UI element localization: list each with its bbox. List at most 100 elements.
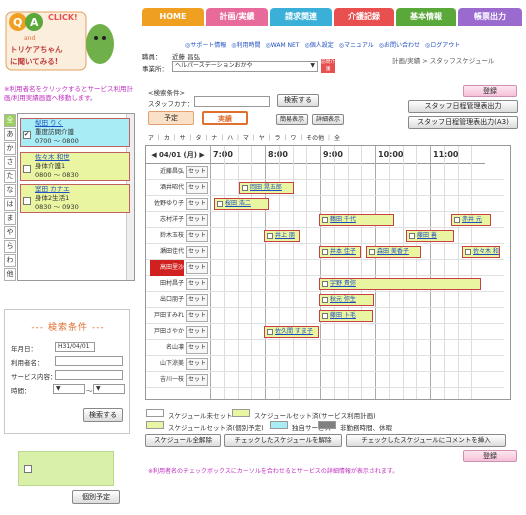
header-link-5[interactable]: ◎お問い合わせ <box>379 42 420 49</box>
block-checkbox[interactable] <box>409 233 415 239</box>
bottom-button-2[interactable]: チェックしたスケジュールにコメントを挿入 <box>346 434 506 447</box>
block-user-name[interactable]: 宇野 貴弥 <box>330 280 356 287</box>
kana-tab-4[interactable]: た <box>4 170 16 183</box>
mode-plan-button[interactable]: 予定 <box>148 111 194 125</box>
schedule-block[interactable]: 宇野 貴弥 <box>319 278 481 290</box>
block-checkbox[interactable] <box>267 329 273 335</box>
block-user-name[interactable]: 鶴田 千代 <box>330 216 356 223</box>
list-item[interactable]: 室田 カナエ 身体2生活1 0830 ～ 0930 <box>20 184 130 213</box>
block-checkbox[interactable] <box>322 297 328 303</box>
bottom-button-0[interactable]: スケジュール全解除 <box>145 434 221 447</box>
block-checkbox[interactable] <box>322 281 328 287</box>
set-button[interactable]: セット <box>186 166 208 178</box>
mode-actual-button[interactable]: 実績 <box>202 111 248 125</box>
schedule-block[interactable]: 佐々木 和世 <box>462 246 500 258</box>
service-field[interactable] <box>55 370 123 380</box>
nav-tab-3[interactable]: 介護記録 <box>334 8 394 26</box>
entry-user-name[interactable]: 佐々木 和世 <box>35 153 129 162</box>
kana-tab-5[interactable]: な <box>4 184 16 197</box>
block-user-name[interactable]: 佐々木 和世 <box>473 248 499 255</box>
entry-user-name[interactable]: 梨田 りく <box>35 119 129 128</box>
bottom-button-1[interactable]: チェックしたスケジュールを解除 <box>224 434 342 447</box>
schedule-block[interactable]: 森田 美香子 <box>366 246 421 258</box>
block-user-name[interactable]: 藤田 善 <box>417 232 437 239</box>
date-field[interactable]: H31/04/01 <box>55 342 95 352</box>
nav-tab-0[interactable]: HOME <box>142 8 204 26</box>
set-button[interactable]: セット <box>186 326 208 338</box>
kana-tab-10[interactable]: わ <box>4 254 16 267</box>
kana-tab-2[interactable]: か <box>4 142 16 155</box>
individual-schedule-button[interactable]: 個別予定 <box>72 490 120 504</box>
header-link-3[interactable]: ◎個人設定 <box>304 42 333 49</box>
time-to-select[interactable]: ▼ <box>93 384 125 394</box>
header-link-1[interactable]: ◎利用時間 <box>231 42 260 49</box>
set-button[interactable]: セット <box>186 310 208 322</box>
detail-view-button[interactable]: 詳細表示 <box>312 114 344 125</box>
set-button[interactable]: セット <box>186 182 208 194</box>
staff-search-button[interactable]: 検索する <box>277 94 319 107</box>
kana-tab-8[interactable]: や <box>4 226 16 239</box>
header-link-2[interactable]: ◎WAM NET <box>266 42 300 49</box>
block-user-name[interactable]: 森田 美香子 <box>377 248 409 255</box>
header-link-4[interactable]: ◎マニュアル <box>339 42 374 49</box>
schedule-block[interactable]: 赤井 元 <box>451 214 491 226</box>
kana-tab-7[interactable]: ま <box>4 212 16 225</box>
block-checkbox[interactable] <box>465 249 471 255</box>
header-link-6[interactable]: ◎ログアウト <box>425 42 460 49</box>
nav-tab-5[interactable]: 帳票出力 <box>458 8 522 26</box>
set-button[interactable]: セット <box>186 198 208 210</box>
kana-tab-11[interactable]: 他 <box>4 268 16 281</box>
print-a3-button[interactable]: スタッフ日程管理表出力(A3) <box>408 116 518 129</box>
schedule-block[interactable]: 秋元 弥生 <box>319 294 374 306</box>
block-user-name[interactable]: 佐久間 すま子 <box>275 328 313 335</box>
set-button[interactable]: セット <box>186 214 208 226</box>
search-button[interactable]: 検索する <box>83 408 123 422</box>
entry-checkbox[interactable] <box>23 165 31 173</box>
schedule-block[interactable]: 井上 朋 <box>264 230 300 242</box>
block-user-name[interactable]: 井上 朋 <box>275 232 295 239</box>
entry-checkbox[interactable]: ✔ <box>23 131 31 139</box>
block-user-name[interactable]: 秋元 弥生 <box>330 296 356 303</box>
office-select[interactable]: ヘルパーステーションおかや ▼ <box>172 61 318 72</box>
schedule-block[interactable]: 井本 佳子 <box>319 246 361 258</box>
schedule-block[interactable]: 鶴田 千代 <box>319 214 394 226</box>
memo-checkbox[interactable] <box>24 465 32 473</box>
schedule-block[interactable]: 藤田 善 <box>406 230 454 242</box>
grid-date[interactable]: ◀ 04/01 (月) ▶ <box>146 146 210 164</box>
block-checkbox[interactable] <box>322 249 328 255</box>
list-item[interactable]: ✔ 梨田 りく 重度訪問介護 0700 ～ 0800 <box>20 118 130 147</box>
kana-tab-9[interactable]: ら <box>4 240 16 253</box>
kana-filter[interactable]: ア ｜ カ ｜ サ ｜ タ ｜ ナ ｜ ハ ｜ マ ｜ ヤ ｜ ラ ｜ ワ ｜ … <box>148 133 340 142</box>
print-button[interactable]: スタッフ日程管理表出力 <box>408 100 518 113</box>
block-user-name[interactable]: 井本 佳子 <box>330 248 356 255</box>
block-user-name[interactable]: 岡田 晃五郎 <box>250 184 282 191</box>
header-link-0[interactable]: ◎サポート情報 <box>185 42 226 49</box>
set-button[interactable]: セット <box>186 374 208 386</box>
set-button[interactable]: セット <box>186 246 208 258</box>
nav-tab-4[interactable]: 基本情報 <box>396 8 456 26</box>
schedule-block[interactable]: 岡田 晃五郎 <box>239 182 294 194</box>
set-button[interactable]: セット <box>186 230 208 242</box>
kana-tab-6[interactable]: は <box>4 198 16 211</box>
set-button[interactable]: セット <box>186 262 208 274</box>
entry-checkbox[interactable] <box>23 197 31 205</box>
nav-tab-2[interactable]: 請求関連 <box>270 8 332 26</box>
entry-user-name[interactable]: 室田 カナエ <box>35 185 129 194</box>
block-user-name[interactable]: 桜田 浩二 <box>225 200 251 207</box>
block-checkbox[interactable] <box>454 217 460 223</box>
staff-kana-field[interactable] <box>194 96 270 107</box>
register-button-bottom[interactable]: 登録 <box>463 450 517 462</box>
block-checkbox[interactable] <box>369 249 375 255</box>
block-checkbox[interactable] <box>267 233 273 239</box>
time-from-select[interactable]: ▼ <box>53 384 85 394</box>
set-button[interactable]: セット <box>186 342 208 354</box>
block-checkbox[interactable] <box>217 201 223 207</box>
schedule-block[interactable]: 佐久間 すま子 <box>264 326 319 338</box>
block-user-name[interactable]: 赤井 元 <box>462 216 482 223</box>
set-button[interactable]: セット <box>186 278 208 290</box>
register-button[interactable]: 登録 <box>463 85 517 97</box>
block-checkbox[interactable] <box>242 185 248 191</box>
kana-tab-1[interactable]: あ <box>4 128 16 141</box>
list-item[interactable]: 佐々木 和世 身体介護1 0800 ～ 0830 <box>20 152 130 181</box>
qa-logo[interactable]: Q A CLICK! and トリケアちゃん に聞いてみる! <box>4 6 116 72</box>
